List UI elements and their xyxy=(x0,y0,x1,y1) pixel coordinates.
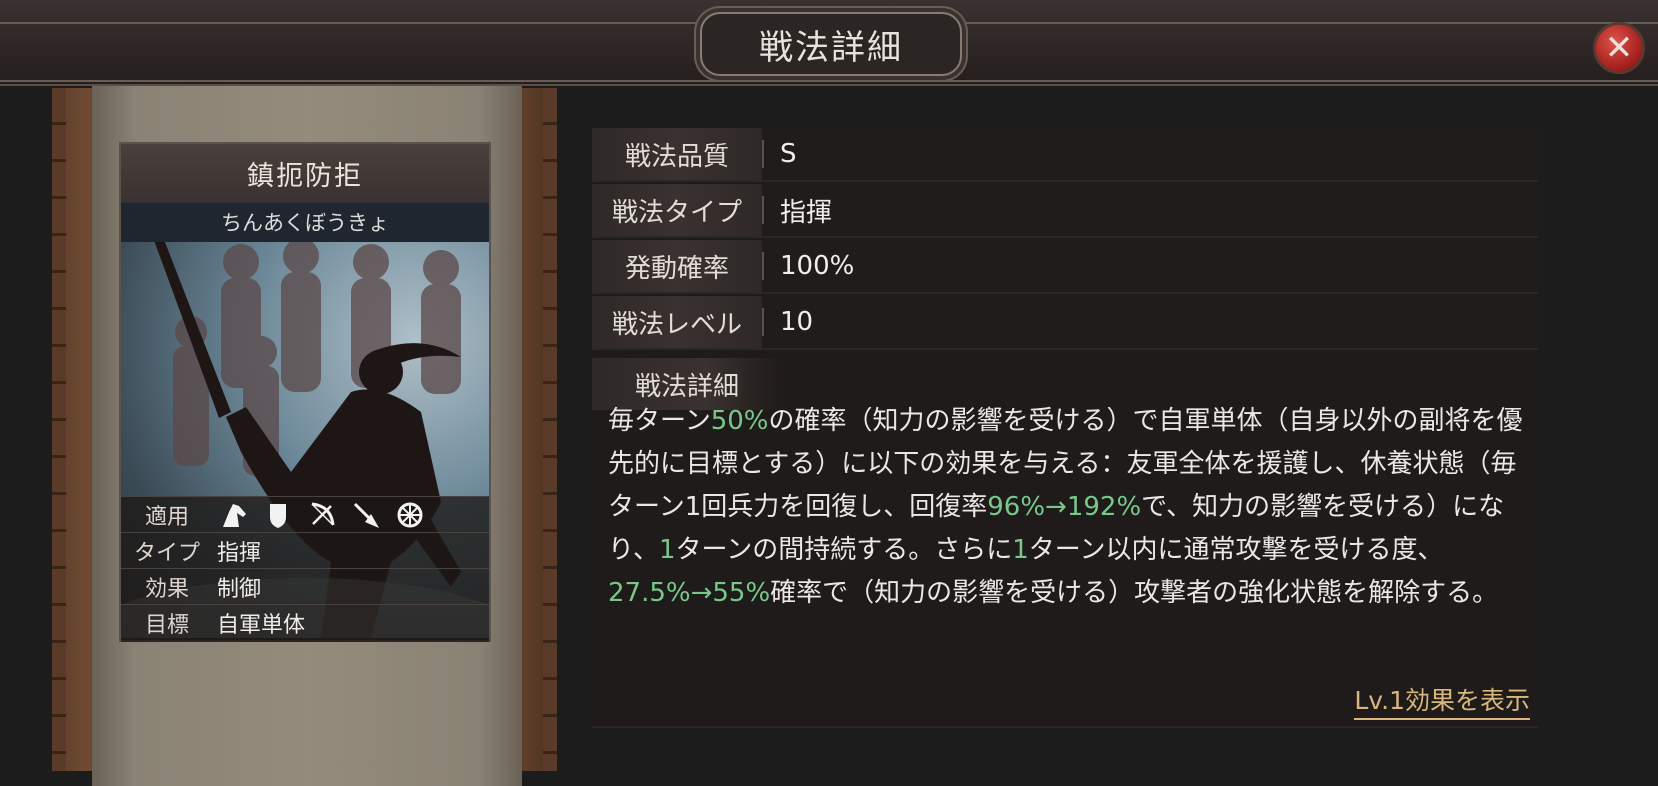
attr-value: 自軍単体 xyxy=(217,613,306,638)
bow-icon xyxy=(307,500,337,530)
attr-key: 目標 xyxy=(144,613,189,638)
info-key: 戦法レベル xyxy=(592,296,762,348)
info-row-type: 戦法タイプ 指揮 xyxy=(592,184,1538,238)
attr-row-effect: 効果 制御 xyxy=(121,568,489,605)
highlight-value: 1 xyxy=(658,535,676,565)
info-value: 指揮 xyxy=(780,197,833,228)
divider xyxy=(762,308,764,336)
attr-key: タイプ xyxy=(133,541,200,566)
detail-panel: 戦法詳細 毎ターン50%の確率（知力の影響を受ける）で自軍単体（自身以外の副将を… xyxy=(592,352,1538,728)
divider xyxy=(762,196,764,224)
scroll-edge-left xyxy=(52,88,66,771)
info-key: 発動確率 xyxy=(592,240,762,292)
scroll-edge-right xyxy=(543,88,557,771)
attr-row-target: 目標 自軍単体 xyxy=(121,604,489,641)
highlight-value: 50% xyxy=(710,406,769,436)
show-lv1-effect-link[interactable]: Lv.1効果を表示 xyxy=(1354,684,1530,720)
attribute-panel: 適用 タイプ 指揮 効果 制御 目標 自軍単体 xyxy=(121,496,489,642)
close-icon: ✕ xyxy=(1604,28,1634,68)
highlight-value: 96%→192% xyxy=(987,492,1142,522)
info-value: 10 xyxy=(780,307,814,337)
dialog-title: 戦法詳細 xyxy=(700,12,962,76)
attr-row-type: タイプ 指揮 xyxy=(121,532,489,569)
wheel-icon xyxy=(395,500,425,530)
text-segment: ターンの間持続する。さらに xyxy=(675,535,1013,565)
text-segment: 毎ターン xyxy=(608,406,711,436)
spear-icon xyxy=(351,500,381,530)
attr-key: 効果 xyxy=(144,577,189,602)
cavalry-icon xyxy=(219,500,249,530)
attr-value: 指揮 xyxy=(217,541,262,566)
divider xyxy=(762,140,764,168)
detail-description: 毎ターン50%の確率（知力の影響を受ける）で自軍単体（自身以外の副将を優先的に目… xyxy=(608,400,1528,615)
divider xyxy=(762,252,764,280)
shield-icon xyxy=(263,500,293,530)
text-segment: 確率で（知力の影響を受ける）攻撃者の強化状態を解除する。 xyxy=(770,578,1499,608)
attr-value: 制御 xyxy=(217,577,262,602)
info-row-activation-rate: 発動確率 100% xyxy=(592,240,1538,294)
highlight-value: 27.5%→55% xyxy=(608,578,771,608)
skill-card: 鎮扼防拒 ちんあくぼうきょ 適用 タイプ 指揮 効果 制御 目標 自軍単体 xyxy=(119,142,491,642)
info-key: 戦法タイプ xyxy=(592,184,762,236)
info-row-quality: 戦法品質 S xyxy=(592,128,1538,182)
attr-key: 適用 xyxy=(144,505,189,530)
info-key: 戦法品質 xyxy=(592,128,762,180)
text-segment: ターン以内に通常攻撃を受ける度、 xyxy=(1028,535,1444,565)
attr-row-applicable: 適用 xyxy=(121,496,489,533)
unit-type-icons xyxy=(219,500,425,530)
close-button[interactable]: ✕ xyxy=(1593,22,1645,74)
skill-reading: ちんあくぼうきょ xyxy=(121,202,489,242)
info-value: 100% xyxy=(780,251,855,281)
skill-name: 鎮扼防拒 xyxy=(121,144,489,203)
highlight-value: 1 xyxy=(1012,535,1029,565)
info-row-level: 戦法レベル 10 xyxy=(592,296,1538,350)
header-rail-bottom xyxy=(0,80,1658,82)
title-bar: 戦法詳細 ✕ xyxy=(0,0,1658,86)
info-value: S xyxy=(780,139,797,169)
